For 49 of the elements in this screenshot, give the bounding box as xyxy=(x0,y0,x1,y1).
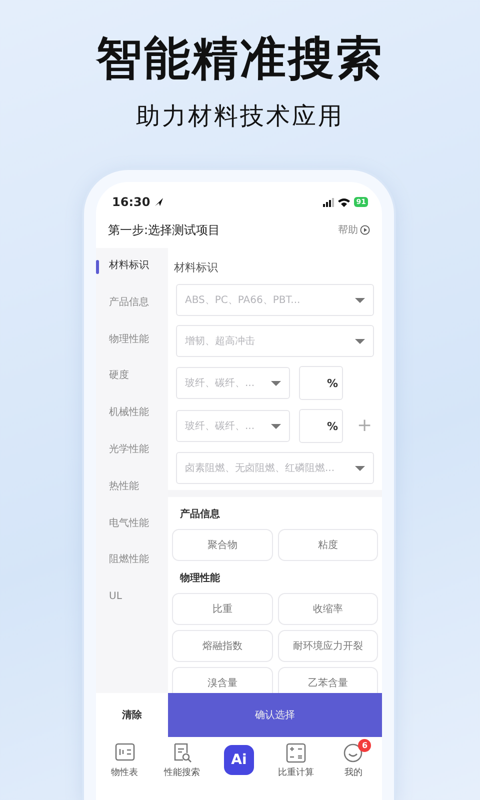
sidebar-item[interactable]: 材料标识 xyxy=(109,256,149,274)
status-time: 16:30 xyxy=(112,195,150,209)
smiley-icon xyxy=(343,743,364,763)
calculator-icon xyxy=(286,743,306,763)
section-title: 材料标识 xyxy=(174,260,219,275)
add-button[interactable]: + xyxy=(357,417,372,435)
table-icon xyxy=(114,743,135,763)
sidebar-item[interactable]: 物理性能 xyxy=(109,330,149,348)
sidebar-item[interactable]: 产品信息 xyxy=(109,292,149,311)
option-chip[interactable]: 溴含量 xyxy=(172,667,272,693)
notification-badge: 6 xyxy=(358,739,372,752)
percent-field[interactable]: % xyxy=(299,409,343,443)
option-chip[interactable]: 收缩率 xyxy=(278,593,378,625)
tab-item[interactable]: 比重计算 xyxy=(268,743,324,800)
option-chip[interactable]: 耐环境应力开裂 xyxy=(278,630,378,662)
sidebar-item[interactable]: 阻燃性能 xyxy=(109,550,149,568)
group-title: 物理性能 xyxy=(178,572,221,585)
option-chip[interactable]: 乙苯含量 xyxy=(278,667,378,693)
help-link[interactable]: 帮助 xyxy=(338,223,358,237)
percent-field[interactable]: % xyxy=(299,366,343,400)
play-icon xyxy=(360,225,370,235)
option-chip[interactable]: 粘度 xyxy=(278,529,378,561)
ai-button[interactable]: Ai xyxy=(224,745,254,775)
option-chip[interactable]: 熔融指数 xyxy=(172,630,272,662)
group-title: 产品信息 xyxy=(179,508,221,521)
headline: 智能精准搜索 xyxy=(96,30,384,87)
confirm-button[interactable]: 确认选择 xyxy=(168,693,382,737)
selection-indicator xyxy=(96,260,99,274)
caret-icon xyxy=(355,298,365,302)
caret-icon xyxy=(271,380,281,386)
page-title: 第一步:选择测试项目 xyxy=(108,222,220,238)
option-chip[interactable]: 比重 xyxy=(172,593,272,625)
wifi-icon xyxy=(338,198,350,206)
sidebar-item[interactable]: UL xyxy=(109,587,122,606)
sidebar-item[interactable]: 机械性能 xyxy=(109,403,149,422)
sidebar-item[interactable]: 光学性能 xyxy=(109,440,149,458)
option-chip[interactable]: 聚合物 xyxy=(172,529,272,561)
tab-item[interactable]: 物性表 xyxy=(96,743,153,800)
subheadline: 助力材料技术应用 xyxy=(136,101,344,132)
caret-icon xyxy=(355,466,365,470)
sidebar-item[interactable]: 硬度 xyxy=(109,366,129,384)
signal-icon xyxy=(323,198,334,206)
location-icon xyxy=(154,197,164,207)
caret-icon xyxy=(355,338,365,344)
tab-item[interactable]: 性能搜索 xyxy=(154,743,210,800)
document-search-icon xyxy=(172,743,192,763)
sidebar-item[interactable]: 热性能 xyxy=(109,476,139,495)
caret-icon xyxy=(271,424,281,428)
sidebar-item[interactable]: 电气性能 xyxy=(109,514,149,532)
